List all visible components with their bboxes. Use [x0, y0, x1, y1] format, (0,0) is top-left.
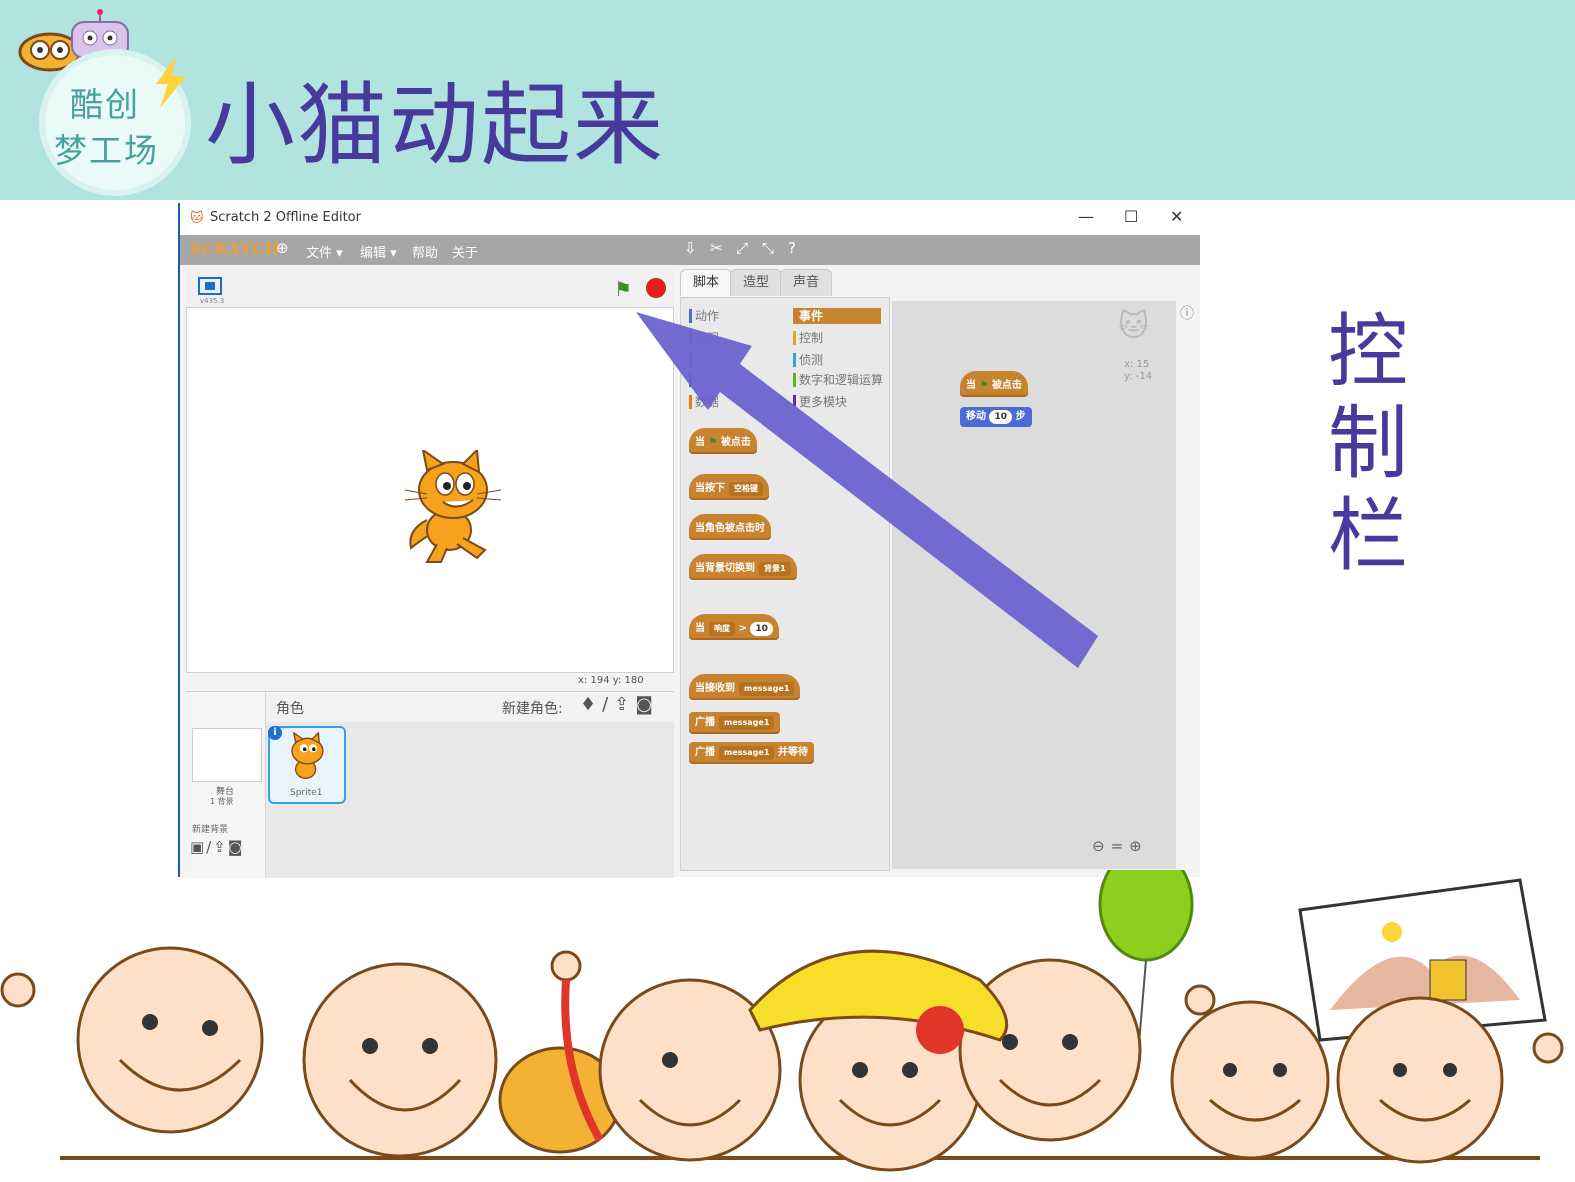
- menu-help[interactable]: 帮助: [412, 242, 438, 261]
- new-sprite-tools: ♦/⇪◙: [580, 694, 659, 715]
- block-help-icon[interactable]: ?: [788, 239, 796, 257]
- logo-text-line2: 梦工场: [54, 131, 159, 170]
- script-when-flag-clicked[interactable]: 当 ⚑ 被点击: [960, 371, 1028, 397]
- category-pen[interactable]: [689, 372, 695, 388]
- delete-scissors-icon[interactable]: ✂: [710, 239, 723, 257]
- lightning-icon: [156, 56, 186, 108]
- zoom-controls: ⊖=⊕: [1092, 837, 1148, 855]
- stop-button[interactable]: [646, 278, 666, 298]
- upload-backdrop-icon[interactable]: ⇪: [213, 838, 228, 856]
- scratch-logo[interactable]: SCRATCH: [190, 240, 280, 258]
- new-backdrop-tools: ▣/⇪◙: [190, 838, 244, 856]
- scratch-cat-sprite[interactable]: [397, 450, 507, 565]
- category-sensing[interactable]: 侦测: [793, 352, 823, 368]
- mouse-coordinates: x: 194 y: 180: [578, 675, 644, 686]
- logo-text-line1: 酷创: [70, 85, 140, 124]
- grow-icon[interactable]: ⤢: [736, 239, 748, 257]
- category-events[interactable]: 事件: [793, 308, 881, 324]
- category-looks[interactable]: 外观: [689, 330, 719, 346]
- window-title: Scratch 2 Offline Editor: [210, 210, 361, 225]
- current-sprite-icon: 🐱: [1118, 309, 1150, 344]
- stage-backdrop-count: 1 背景: [210, 797, 234, 806]
- help-icon[interactable]: ⓘ: [1180, 303, 1194, 323]
- block-when-key-pressed[interactable]: 当按下 空格键: [689, 474, 769, 500]
- tab-scripts[interactable]: 脚本: [680, 269, 733, 296]
- sprite-position: x: 15 y: -14: [1124, 359, 1153, 382]
- menu-bar: SCRATCH ⊕ 文件 ▾ 编辑 ▾ 帮助 关于 ⇩ ✂ ⤢ ⤡ ?: [180, 235, 1200, 265]
- control-bar-label: 控 制 栏: [1328, 305, 1408, 582]
- duplicate-stamp-icon[interactable]: ⇩: [684, 239, 697, 257]
- sprite-library-icon[interactable]: ♦: [580, 694, 602, 715]
- green-flag-icon: ⚑: [979, 380, 989, 391]
- sprites-title: 角色: [276, 701, 304, 717]
- scripts-area[interactable]: 🐱 x: 15 y: -14 当 ⚑ 被点击 移动 10 步 ⊖=⊕: [892, 301, 1176, 869]
- scratch-editor-window: 🐱 Scratch 2 Offline Editor — ☐ ✕ SCRATCH…: [178, 203, 1200, 878]
- zoom-reset-icon[interactable]: =: [1111, 837, 1130, 855]
- upload-sprite-icon[interactable]: ⇪: [614, 694, 635, 715]
- children-illustration: [0, 870, 1564, 1172]
- new-sprite-label: 新建角色:: [502, 701, 563, 717]
- stage-canvas[interactable]: [186, 307, 674, 673]
- maximize-button[interactable]: ☐: [1124, 207, 1138, 226]
- block-when-backdrop-switches[interactable]: 当背景切换到 背景1: [689, 554, 797, 580]
- menu-edit[interactable]: 编辑 ▾: [360, 242, 397, 261]
- sprite-cat-icon: [291, 732, 324, 779]
- zoom-out-icon[interactable]: ⊖: [1092, 837, 1111, 855]
- block-when-loudness[interactable]: 当响度 > 10: [689, 614, 779, 640]
- green-flag-icon[interactable]: ⚑: [614, 277, 632, 301]
- new-backdrop-label: 新建背景: [192, 825, 229, 835]
- zoom-in-icon[interactable]: ⊕: [1129, 837, 1148, 855]
- paint-sprite-icon[interactable]: /: [602, 694, 614, 715]
- tab-costumes[interactable]: 造型: [730, 269, 783, 296]
- script-move-steps[interactable]: 移动 10 步: [960, 407, 1032, 427]
- block-when-flag-clicked[interactable]: 当 ⚑ 被点击: [689, 428, 757, 454]
- camera-sprite-icon[interactable]: ◙: [635, 694, 658, 715]
- category-operators[interactable]: 数字和逻辑运算: [793, 372, 883, 388]
- backdrop-library-icon[interactable]: ▣: [190, 838, 206, 856]
- category-sound[interactable]: [689, 352, 695, 368]
- block-when-sprite-clicked[interactable]: 当角色被点击时: [689, 514, 771, 540]
- minimize-button[interactable]: —: [1078, 207, 1094, 226]
- stage-thumbnail[interactable]: [192, 728, 262, 782]
- category-control[interactable]: 控制: [793, 330, 823, 346]
- menu-about[interactable]: 关于: [452, 242, 478, 261]
- tab-sounds[interactable]: 声音: [780, 269, 833, 296]
- close-button[interactable]: ✕: [1170, 207, 1183, 226]
- block-broadcast-and-wait[interactable]: 广播 message1 并等待: [689, 742, 814, 764]
- slide-title: 小猫动起来: [205, 73, 665, 178]
- block-palette: 动作 外观 数据 事件 控制 侦测 数字和逻辑运算 更多模块 当 ⚑ 被点击 当…: [680, 297, 890, 871]
- menu-file[interactable]: 文件 ▾: [306, 242, 343, 261]
- sprite-thumbnail[interactable]: i Sprite1: [268, 726, 346, 804]
- camera-backdrop-icon[interactable]: ◙: [228, 838, 245, 856]
- category-motion[interactable]: 动作: [689, 308, 719, 324]
- scratch-cat-icon: 🐱: [190, 211, 204, 226]
- version-label: v435.3: [200, 297, 225, 305]
- editor-tabs: 脚本 造型 声音: [680, 267, 1200, 297]
- info-icon[interactable]: i: [268, 726, 282, 740]
- stage-toolbar: v435.3 ⚑: [186, 269, 674, 307]
- stage-thumbnail-column: 舞台 1 背景 新建背景 ▣/⇪◙: [186, 692, 266, 878]
- block-broadcast[interactable]: 广播 message1: [689, 712, 781, 734]
- sprite-panel: 舞台 1 背景 新建背景 ▣/⇪◙ 角色 新建角色: ♦/⇪◙ i Sprite…: [186, 691, 674, 878]
- sprite-panel-header: 角色 新建角色: ♦/⇪◙: [266, 692, 674, 722]
- category-data[interactable]: 数据: [689, 394, 719, 410]
- block-when-i-receive[interactable]: 当接收到 message1: [689, 674, 801, 700]
- window-titlebar: 🐱 Scratch 2 Offline Editor — ☐ ✕: [180, 203, 1200, 235]
- logo: 酷创 梦工场: [10, 0, 190, 200]
- globe-icon[interactable]: ⊕: [276, 239, 289, 257]
- shrink-icon[interactable]: ⤡: [762, 239, 774, 257]
- presentation-mode-icon[interactable]: [198, 277, 222, 295]
- category-more-blocks[interactable]: 更多模块: [793, 394, 847, 410]
- sprite-name: Sprite1: [290, 788, 323, 798]
- green-flag-icon: ⚑: [708, 437, 718, 448]
